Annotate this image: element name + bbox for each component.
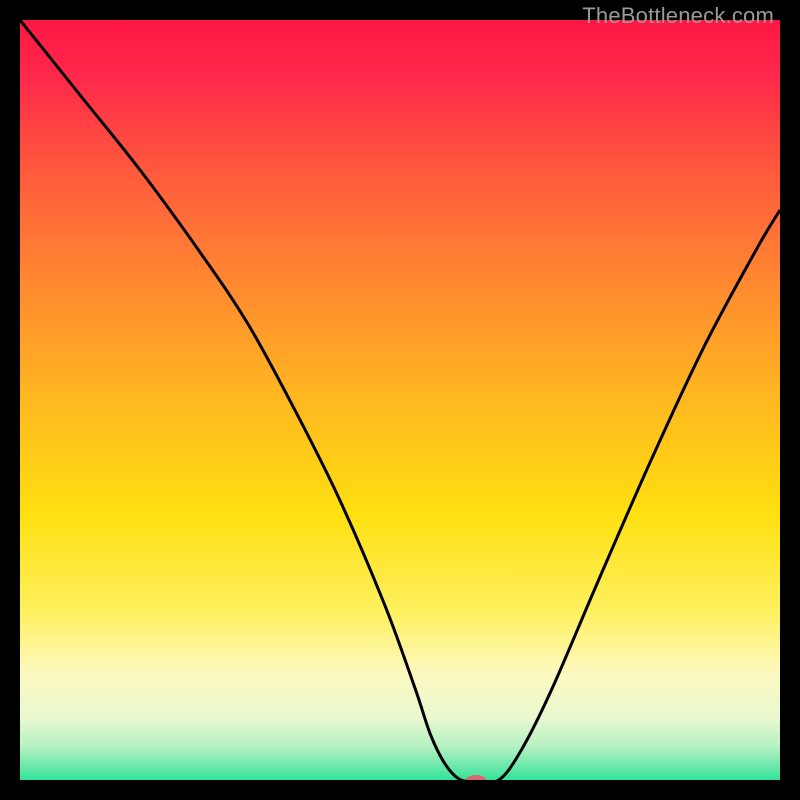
plot-area [20,20,780,780]
watermark-label: TheBottleneck.com [582,3,774,29]
gradient-background [20,20,780,780]
bottleneck-chart [20,20,780,780]
